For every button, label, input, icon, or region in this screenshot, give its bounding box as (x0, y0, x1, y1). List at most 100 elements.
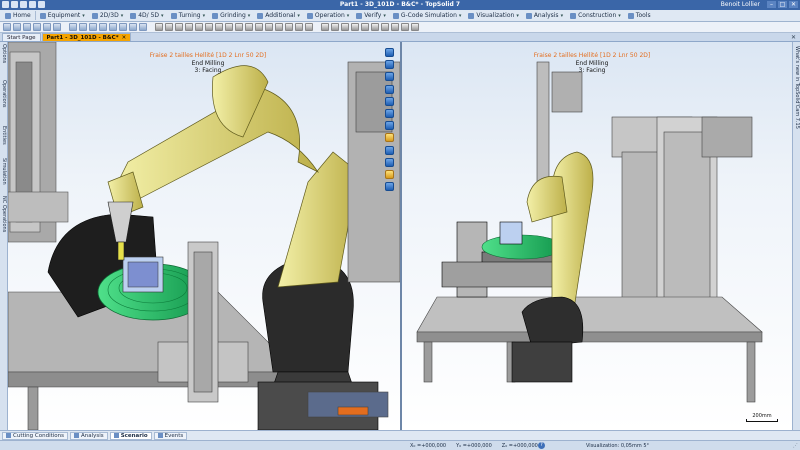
tool-button-icon[interactable] (3, 23, 11, 31)
analysis-icon (525, 12, 532, 19)
close-button[interactable]: ✕ (789, 1, 798, 8)
operation-icon (306, 12, 313, 19)
user-name[interactable]: Benoit Lollier (721, 1, 760, 8)
chevron-down-icon: ▾ (120, 12, 124, 19)
tab-events[interactable]: Events (153, 431, 188, 440)
menu-gcode-simulation[interactable]: G-Code Simulation ▾ (390, 10, 465, 21)
view-right-icon[interactable] (385, 84, 394, 94)
tool-button-icon[interactable] (109, 23, 117, 31)
visualization-precision[interactable]: Visualization: 0,05mm 5° (586, 443, 649, 449)
tool-button-icon[interactable] (139, 23, 147, 31)
tool-button-icon[interactable] (411, 23, 419, 31)
minimize-button[interactable]: – (767, 1, 776, 8)
tool-button-icon[interactable] (119, 23, 127, 31)
menu-home[interactable]: Home (2, 10, 34, 21)
tool-button-icon[interactable] (195, 23, 203, 31)
tab-scenario[interactable]: Scenario (109, 431, 152, 440)
tab-start-page[interactable]: Start Page (2, 33, 41, 41)
tool-button-icon[interactable] (255, 23, 263, 31)
rotate-icon[interactable] (385, 121, 394, 131)
window-title: Part1 - 3D_101D - B&C* - TopSolid 7 (339, 1, 461, 8)
tool-button-icon[interactable] (401, 23, 409, 31)
tool-button-icon[interactable] (321, 23, 329, 31)
tool-button-icon[interactable] (165, 23, 173, 31)
tool-button-icon[interactable] (225, 23, 233, 31)
chevron-down-icon: ▾ (346, 12, 350, 19)
viewport-right[interactable]: Fraise 2 tailles Hellité [1D 2 Lnr 50 2D… (402, 42, 792, 430)
tool-button-icon[interactable] (391, 23, 399, 31)
tool-button-icon[interactable] (295, 23, 303, 31)
chevron-down-icon: ▾ (516, 12, 519, 19)
tool-button-icon[interactable] (89, 23, 97, 31)
tool-button-icon[interactable] (33, 23, 41, 31)
pan-icon[interactable] (385, 157, 394, 167)
tool-button-icon[interactable] (275, 23, 283, 31)
home-icon (5, 12, 11, 19)
tool-button-icon[interactable] (371, 23, 379, 31)
tool-button-icon[interactable] (185, 23, 193, 31)
menu-turning[interactable]: Turning ▾ (168, 10, 209, 21)
menu-grinding[interactable]: Grinding ▾ (209, 10, 253, 21)
close-icon[interactable]: ✕ (791, 34, 796, 41)
tool-button-icon[interactable] (155, 23, 163, 31)
close-icon[interactable]: ✕ (122, 35, 127, 41)
menu-visualization[interactable]: Visualization ▾ (465, 10, 521, 21)
tool-button-icon[interactable] (99, 23, 107, 31)
tool-button-icon[interactable] (205, 23, 213, 31)
light-icon[interactable] (385, 169, 394, 179)
view-top-icon[interactable] (385, 60, 394, 70)
view-front-icon[interactable] (385, 72, 394, 82)
view-toolbar (385, 48, 399, 192)
shading-icon[interactable] (385, 133, 394, 143)
maximize-button[interactable]: □ (778, 1, 787, 8)
tool-button-icon[interactable] (79, 23, 87, 31)
menu-construction[interactable]: Construction ▾ (567, 10, 624, 21)
tool-button-icon[interactable] (235, 23, 243, 31)
tool-button-icon[interactable] (129, 23, 137, 31)
window-controls: – □ ✕ (767, 1, 798, 8)
help-icon[interactable]: ? (538, 442, 545, 449)
viewport-left[interactable]: Fraise 2 tailles Hellité [1D 2 Lnr 50 2D… (8, 42, 400, 430)
settings-icon[interactable] (385, 182, 394, 192)
menu-verify[interactable]: Verify ▾ (353, 10, 389, 21)
tool-button-icon[interactable] (53, 23, 61, 31)
gcode-icon (392, 12, 399, 19)
tool-button-icon[interactable] (43, 23, 51, 31)
tool-button-icon[interactable] (215, 23, 223, 31)
menu-additional[interactable]: Additional ▾ (254, 10, 303, 21)
menu-equipment[interactable]: Equipment ▾ (37, 10, 88, 21)
view-axis-icon[interactable] (385, 48, 394, 57)
chevron-down-icon: ▾ (247, 12, 251, 19)
tool-button-icon[interactable] (69, 23, 77, 31)
zoom-icon[interactable] (385, 108, 394, 118)
whats-new-panel-tab[interactable]: What's new in TopSolid'Cam 7.15 (792, 42, 800, 430)
menu-analysis[interactable]: Analysis ▾ (523, 10, 566, 21)
fit-view-icon[interactable] (385, 96, 394, 106)
tool-button-icon[interactable] (381, 23, 389, 31)
tool-button-icon[interactable] (331, 23, 339, 31)
tool-button-icon[interactable] (245, 23, 253, 31)
bottom-panel-tabs: Cutting Conditions Analysis Scenario Eve… (0, 430, 800, 440)
menu-operation[interactable]: Operation ▾ (304, 10, 352, 21)
menu-tools[interactable]: Tools (625, 10, 654, 21)
tab-analysis[interactable]: Analysis (70, 431, 108, 440)
resize-grip-icon[interactable]: ⋰ (793, 443, 798, 449)
tool-button-icon[interactable] (23, 23, 31, 31)
tool-button-icon[interactable] (305, 23, 313, 31)
tab-part1[interactable]: Part1 - 3D_101D - B&C* ✕ (41, 33, 132, 41)
section-icon[interactable] (385, 145, 394, 155)
chevron-down-icon: ▾ (560, 12, 564, 19)
analysis-icon (74, 433, 80, 438)
menu-4d5d[interactable]: 4D/ 5D ▾ (127, 10, 166, 21)
menu-2d3d[interactable]: 2D/3D ▾ (89, 10, 126, 21)
tool-button-icon[interactable] (285, 23, 293, 31)
tool-button-icon[interactable] (175, 23, 183, 31)
operation-type: End Milling (191, 59, 225, 67)
tool-button-icon[interactable] (13, 23, 21, 31)
tab-cutting-conditions[interactable]: Cutting Conditions (2, 431, 69, 440)
tool-button-icon[interactable] (351, 23, 359, 31)
tool-button-icon[interactable] (361, 23, 369, 31)
tool-name: Fraise 2 tailles Hellité [1D 2 Lnr 50 2D… (533, 52, 651, 59)
tool-button-icon[interactable] (265, 23, 273, 31)
tool-button-icon[interactable] (341, 23, 349, 31)
